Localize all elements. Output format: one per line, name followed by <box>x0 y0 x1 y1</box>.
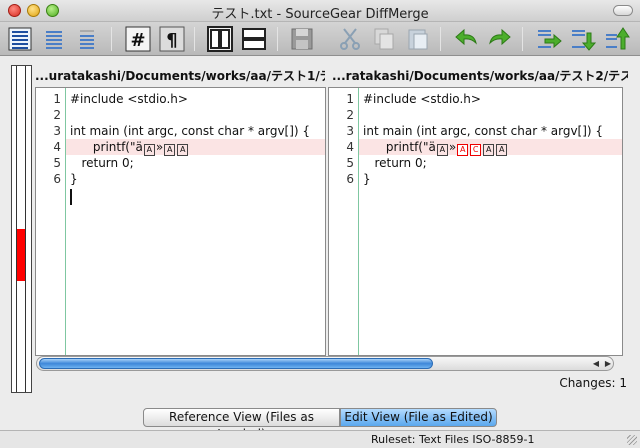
toolbar-separator <box>440 27 441 51</box>
changed-code-line: printf("ä A» A C A A <box>359 139 622 156</box>
changed-code-line: printf("ä A» A A <box>66 139 325 156</box>
line-number: 4 <box>346 140 354 154</box>
scroll-left-arrow-icon[interactable]: ◀ <box>590 356 602 371</box>
code-text: printf("ä <box>363 140 436 154</box>
left-file-path: ...uratakashi/Documents/works/aa/テスト1/テス <box>35 69 325 83</box>
line-number: 6 <box>53 172 61 186</box>
unknown-glyph-box: A <box>436 144 448 156</box>
two-way-icon[interactable] <box>206 25 234 53</box>
next-change-icon[interactable] <box>535 25 563 53</box>
cut-icon[interactable] <box>336 25 364 53</box>
scrollbar-thumb[interactable] <box>39 358 433 369</box>
unknown-glyph-box: A <box>483 144 495 156</box>
guillemet-glyph: » <box>155 140 164 154</box>
code-line: return 0; <box>363 156 427 170</box>
ruleset-status: Ruleset: Text Files ISO-8859-1 <box>371 433 535 446</box>
line-numbers-icon[interactable]: # <box>124 25 152 53</box>
pilcrow-icon[interactable]: ¶ <box>158 25 186 53</box>
redo-icon[interactable] <box>486 25 514 53</box>
view-full-icon[interactable] <box>6 25 34 53</box>
line-number: 2 <box>53 108 61 122</box>
toolbar-toggle-button[interactable] <box>613 5 633 16</box>
prev-change-icon[interactable] <box>569 25 597 53</box>
line-number: 5 <box>53 156 61 170</box>
svg-text:¶: ¶ <box>166 30 177 51</box>
view-diffs-icon[interactable] <box>40 25 68 53</box>
edit-view-tab[interactable]: Edit View (File as Edited) <box>340 408 497 427</box>
paste-icon[interactable] <box>404 25 432 53</box>
text-caret <box>70 189 72 205</box>
line-number: 2 <box>346 108 354 122</box>
code-line: return 0; <box>70 156 134 170</box>
horizontal-scrollbar[interactable] <box>36 356 614 371</box>
reference-view-tab[interactable]: Reference View (Files as Loaded) <box>143 408 340 441</box>
line-number: 3 <box>346 124 354 138</box>
toolbar-separator <box>194 27 195 51</box>
view-context-icon[interactable] <box>74 25 102 53</box>
right-file-path: ...ratakashi/Documents/works/aa/テスト2/テスト… <box>332 69 628 83</box>
title-bar: テスト.txt - SourceGear DiffMerge <box>0 0 640 22</box>
toolbar-separator <box>277 27 278 51</box>
code-line: } <box>363 172 371 186</box>
line-number: 3 <box>53 124 61 138</box>
first-change-icon[interactable] <box>603 25 631 53</box>
left-line-numbers: 1 2 3 4 5 6 <box>36 88 66 355</box>
svg-text:#: # <box>130 30 145 51</box>
undo-icon[interactable] <box>452 25 480 53</box>
code-line: int main (int argc, const char * argv[])… <box>70 124 311 138</box>
right-code[interactable]: #include <stdio.h> int main (int argc, c… <box>359 91 622 187</box>
unknown-glyph-box: A <box>164 144 176 156</box>
left-editor-pane[interactable]: 1 2 3 4 5 6 #include <stdio.h> int main … <box>35 87 326 356</box>
line-number: 5 <box>346 156 354 170</box>
right-line-numbers: 1 2 3 4 5 6 <box>329 88 359 355</box>
toolbar-separator <box>111 27 112 51</box>
inserted-glyph-box: A <box>457 144 469 156</box>
guillemet-glyph: » <box>448 140 457 154</box>
inserted-glyph-box: C <box>470 144 482 156</box>
unknown-glyph-box: A <box>143 144 155 156</box>
diff-panel: ...uratakashi/Documents/works/aa/テスト1/テス… <box>10 64 632 400</box>
line-number: 1 <box>53 92 61 106</box>
change-overview-gutter[interactable] <box>11 65 32 393</box>
unknown-glyph-box: A <box>496 144 508 156</box>
code-line: } <box>70 172 78 186</box>
toolbar: # ¶ <box>0 22 640 56</box>
code-text: printf("ä <box>70 140 143 154</box>
overview-track <box>16 66 26 392</box>
unknown-glyph-box: A <box>177 144 189 156</box>
changes-count: Changes: 1 <box>559 376 627 390</box>
one-over-one-icon[interactable] <box>240 25 268 53</box>
status-bar: Ruleset: Text Files ISO-8859-1 <box>0 430 640 448</box>
line-number: 4 <box>53 140 61 154</box>
save-icon[interactable] <box>288 25 316 53</box>
resize-grip-icon[interactable] <box>627 435 637 445</box>
code-line: #include <stdio.h> <box>70 92 188 106</box>
change-marker[interactable] <box>17 229 25 281</box>
code-line: int main (int argc, const char * argv[])… <box>363 124 604 138</box>
line-number: 6 <box>346 172 354 186</box>
right-editor-pane[interactable]: 1 2 3 4 5 6 #include <stdio.h> int main … <box>328 87 623 356</box>
line-number: 1 <box>346 92 354 106</box>
window-title: テスト.txt - SourceGear DiffMerge <box>211 7 429 22</box>
left-code[interactable]: #include <stdio.h> int main (int argc, c… <box>66 91 325 187</box>
copy-icon[interactable] <box>370 25 398 53</box>
code-line: #include <stdio.h> <box>363 92 481 106</box>
scroll-right-arrow-icon[interactable]: ▶ <box>602 356 614 371</box>
toolbar-separator <box>522 27 523 51</box>
